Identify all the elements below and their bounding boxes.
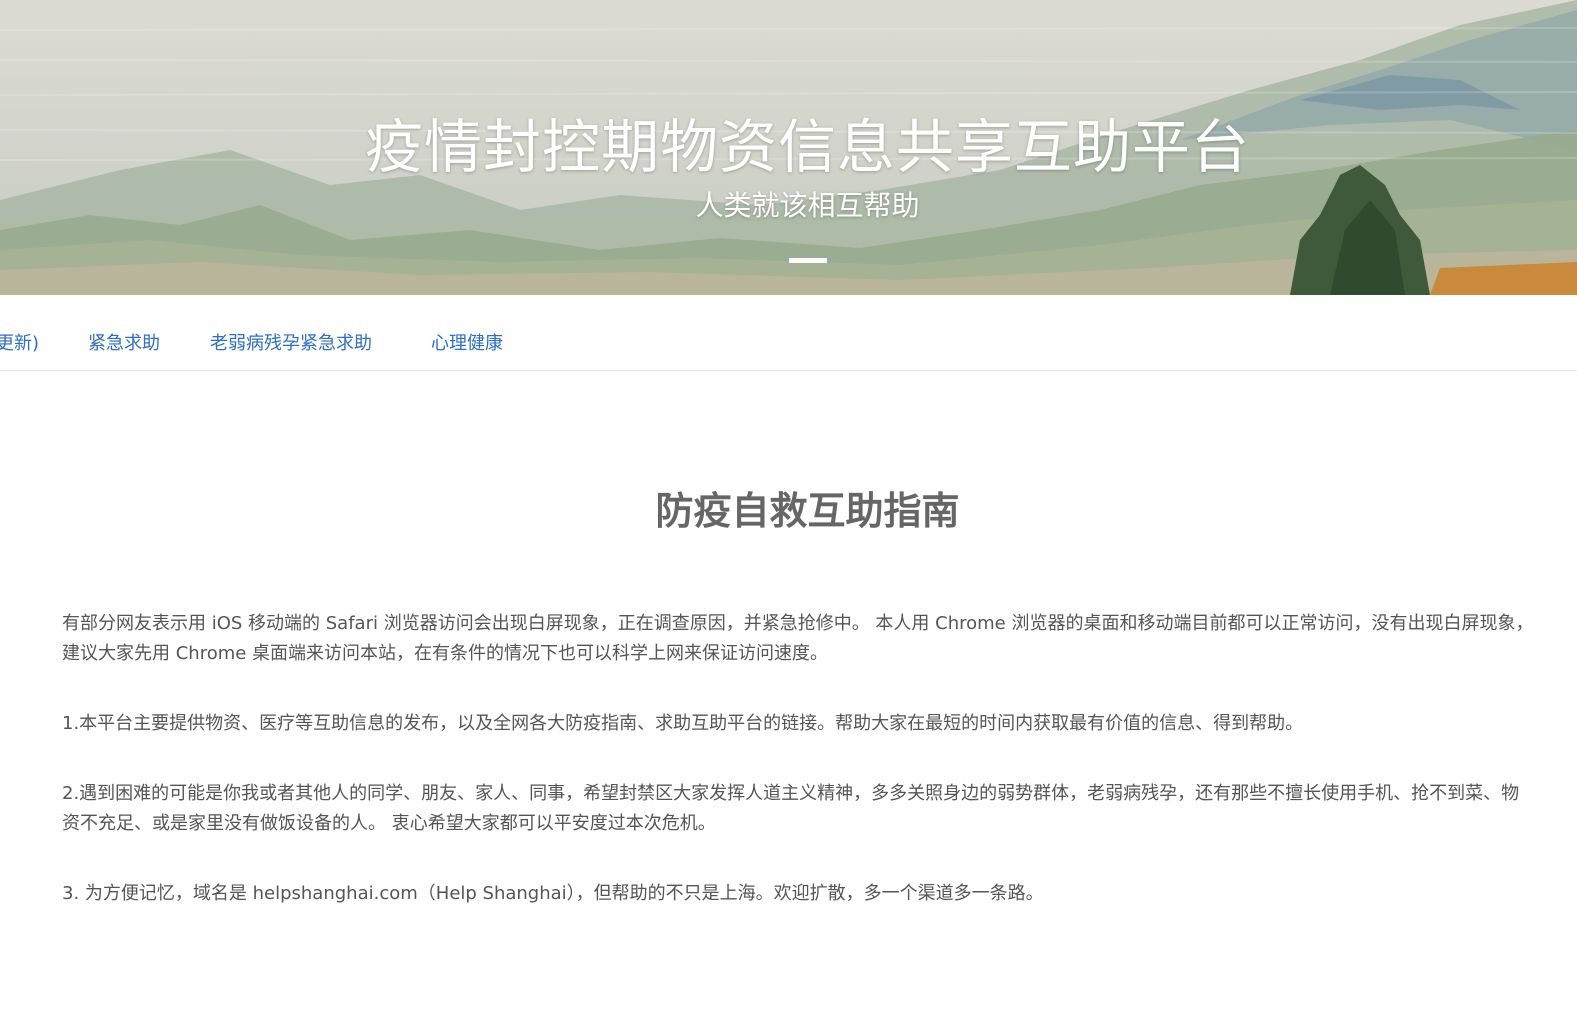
- browser-notice: 有部分网友表示用 iOS 移动端的 Safari 浏览器访问会出现白屏现象，正在…: [62, 613, 1534, 664]
- nav-item-update[interactable]: 更新): [0, 329, 39, 355]
- hero-divider: [789, 258, 827, 263]
- site-title: 疫情封控期物资信息共享互助平台: [364, 113, 1250, 181]
- page-title: 防疫自救互助指南: [655, 489, 960, 534]
- paragraph-3: 3. 为方便记忆，域名是 helpshanghai.com（Help Shang…: [62, 883, 1044, 904]
- main-content: 有部分网友表示用 iOS 移动端的 Safari 浏览器访问会出现白屏现象，正在…: [62, 609, 1534, 909]
- paragraph-2: 2.遇到困难的可能是你我或者其他人的同学、朋友、家人、同事，希望封禁区大家发挥人…: [62, 783, 1520, 834]
- paragraph-1: 1.本平台主要提供物资、医疗等互助信息的发布，以及全网各大防疫指南、求助互助平台…: [62, 713, 1304, 734]
- nav-item-vulnerable-emergency-help[interactable]: 老弱病残孕紧急求助: [210, 329, 372, 355]
- site-subtitle: 人类就该相互帮助: [695, 189, 920, 222]
- top-nav: 更新) 紧急求助 老弱病残孕紧急求助 心理健康: [0, 295, 1577, 371]
- nav-item-emergency-help[interactable]: 紧急求助: [88, 329, 160, 355]
- nav-item-mental-health[interactable]: 心理健康: [431, 329, 503, 355]
- hero-banner: 疫情封控期物资信息共享互助平台 人类就该相互帮助: [0, 0, 1577, 295]
